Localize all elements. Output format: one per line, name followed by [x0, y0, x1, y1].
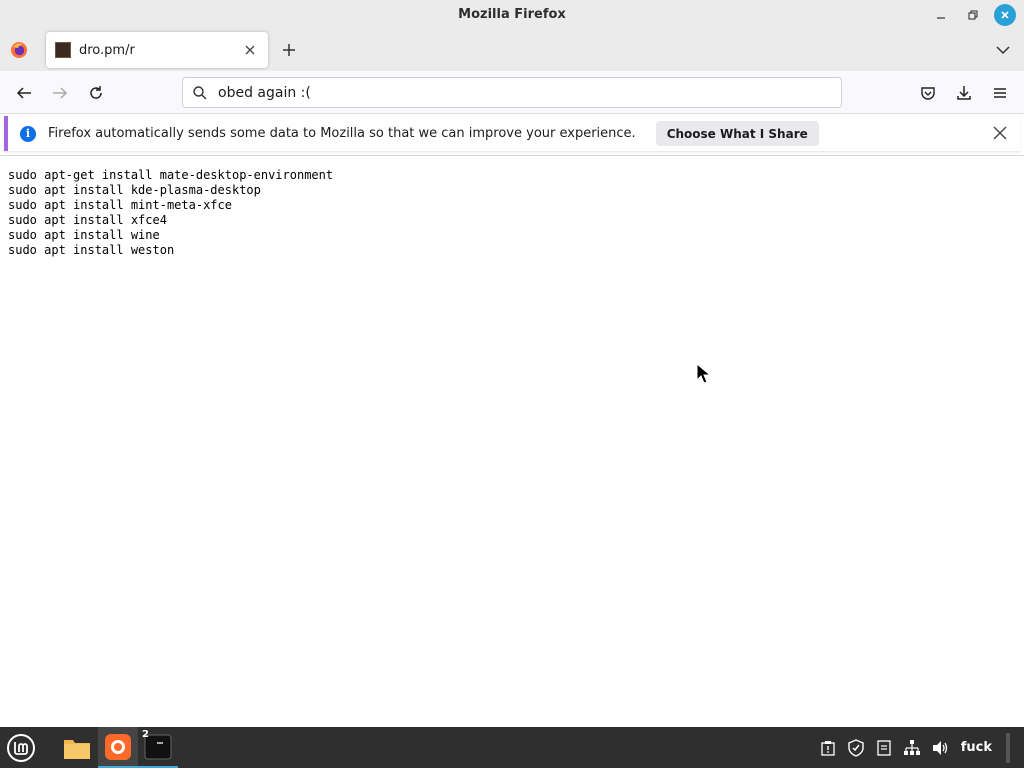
firefox-taskbar-button[interactable] — [98, 727, 138, 768]
download-icon — [957, 86, 971, 100]
close-icon — [245, 45, 255, 55]
mint-menu-icon — [7, 733, 35, 762]
text-line: sudo apt-get install mate-desktop-enviro… — [8, 168, 334, 182]
tab-active[interactable]: dro.pm/r — [46, 32, 268, 68]
search-icon — [193, 85, 207, 100]
forward-icon — [53, 87, 68, 99]
notes-icon — [877, 739, 891, 756]
minimize-button[interactable] — [930, 4, 952, 26]
chevron-down-icon[interactable] — [994, 41, 1012, 59]
maximize-button[interactable] — [962, 4, 984, 26]
back-icon — [16, 87, 31, 99]
data-collection-notification: i Firefox automatically sends some data … — [4, 116, 1020, 151]
choose-what-i-share-button[interactable]: Choose What I Share — [655, 121, 819, 146]
volume-icon — [932, 740, 947, 755]
back-button[interactable] — [12, 81, 36, 105]
new-tab-button[interactable] — [278, 39, 300, 61]
page-content: sudo apt-get install mate-desktop-enviro… — [8, 168, 333, 258]
notification-message: Firefox automatically sends some data to… — [48, 126, 636, 141]
close-window-button[interactable] — [994, 4, 1016, 26]
tab-label: dro.pm/r — [79, 42, 135, 58]
navigation-toolbar: obed again :( — [0, 71, 1024, 114]
pocket-icon — [921, 87, 935, 100]
tab-strip: dro.pm/r — [0, 29, 1024, 71]
window-titlebar[interactable]: Mozilla Firefox — [0, 0, 1024, 29]
text-line: sudo apt install wine — [8, 228, 160, 242]
shield-icon — [848, 738, 864, 757]
reload-button[interactable] — [84, 81, 108, 105]
pocket-button[interactable] — [916, 81, 940, 105]
clipboard-tray-button[interactable] — [819, 739, 837, 757]
app-menu-button[interactable] — [988, 81, 1012, 105]
volume-tray-button[interactable] — [931, 739, 949, 757]
taskbar: 2 fuck — [0, 727, 1024, 768]
system-tray: fuck — [819, 727, 1010, 768]
text-line: sudo apt install kde-plasma-desktop — [8, 183, 261, 197]
firefox-taskbar-icon — [105, 733, 131, 760]
folder-icon — [64, 739, 90, 759]
window-title: Mozilla Firefox — [458, 7, 566, 22]
tab-close-button[interactable] — [240, 40, 260, 60]
clipboard-icon — [821, 740, 835, 756]
minimize-icon — [937, 17, 945, 19]
update-shield-tray-button[interactable] — [847, 738, 865, 757]
terminal-taskbar-button[interactable]: 2 — [138, 727, 178, 768]
text-line: sudo apt install weston — [8, 243, 175, 257]
close-icon[interactable] — [992, 125, 1008, 141]
tab-favicon — [55, 42, 71, 58]
menu-icon — [994, 88, 1006, 98]
restore-icon — [968, 10, 978, 20]
files-taskbar-button[interactable] — [58, 727, 96, 768]
forward-button[interactable] — [48, 81, 72, 105]
screen: Mozilla Firefox dro.pm/r obed again:(i… — [0, 0, 1024, 768]
close-icon — [1001, 11, 1009, 19]
divider — [0, 155, 1024, 156]
text-line: sudo apt install xfce4 — [8, 213, 167, 227]
text-line: sudo apt install mint-meta-xfce — [8, 198, 232, 212]
reload-icon — [90, 86, 102, 99]
show-desktop-button[interactable] — [1006, 732, 1010, 763]
window-count-badge: 2 — [142, 729, 149, 740]
info-icon: i — [20, 125, 36, 142]
network-icon — [903, 739, 920, 755]
window-controls — [930, 4, 1016, 26]
mint-menu-button[interactable] — [4, 727, 38, 768]
mouse-cursor-icon — [696, 363, 712, 384]
url-bar[interactable]: obed again :( — [182, 77, 842, 108]
url-input-value[interactable]: obed again :( — [218, 85, 311, 101]
tray-label[interactable]: fuck — [961, 740, 992, 755]
plus-icon — [283, 44, 295, 56]
notes-tray-button[interactable] — [875, 739, 893, 757]
downloads-button[interactable] — [952, 81, 976, 105]
network-tray-button[interactable] — [903, 739, 921, 757]
firefox-icon[interactable] — [10, 41, 28, 59]
